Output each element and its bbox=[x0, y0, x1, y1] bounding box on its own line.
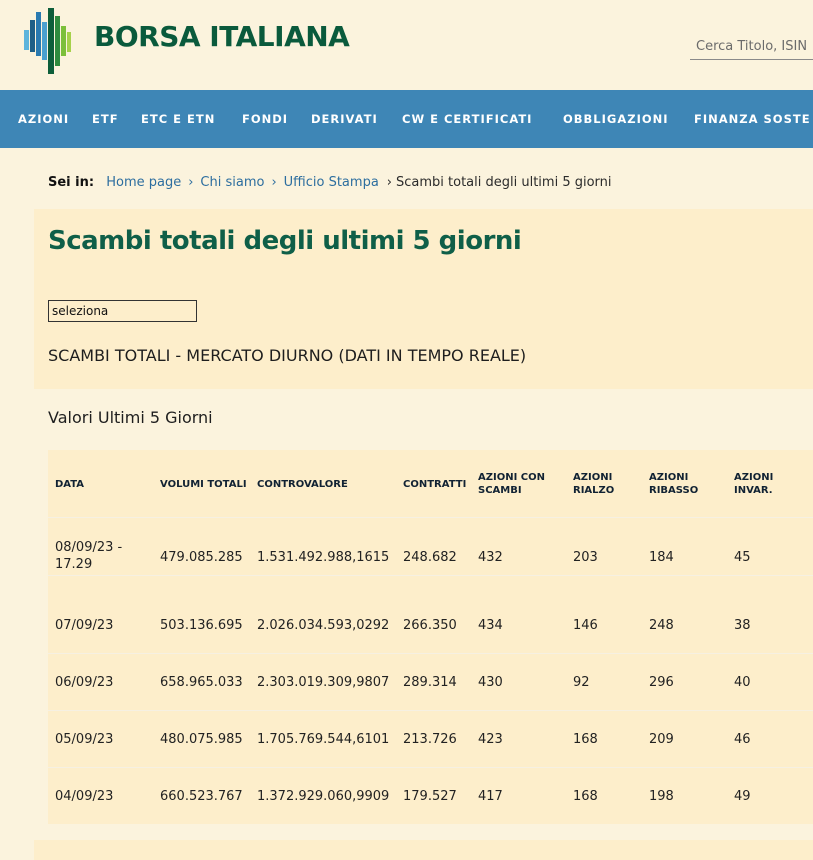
breadcrumb-link-chi-siamo[interactable]: Chi siamo bbox=[200, 175, 264, 190]
cell-azioni-rialzo: 146 bbox=[573, 618, 598, 633]
col-header-controvalore: CONTROVALORE bbox=[257, 479, 348, 490]
nav-item-derivati[interactable]: DERIVATI bbox=[311, 90, 378, 148]
nav-item-etf[interactable]: ETF bbox=[92, 90, 119, 148]
cell-volumi: 503.136.695 bbox=[160, 618, 243, 633]
cell-contratti: 248.682 bbox=[403, 550, 457, 565]
nav-item-fondi[interactable]: FONDI bbox=[242, 90, 288, 148]
cell-volumi: 658.965.033 bbox=[160, 675, 243, 690]
table-row: 05/09/23 480.075.985 1.705.769.544,6101 … bbox=[48, 711, 813, 768]
cell-data: 04/09/23 bbox=[55, 789, 114, 804]
main-nav: AZIONI ETF ETC E ETN FONDI DERIVATI CW E… bbox=[0, 90, 813, 148]
footer-panel bbox=[34, 840, 813, 860]
cell-azioni-rialzo: 92 bbox=[573, 675, 590, 690]
cell-azioni-rialzo: 203 bbox=[573, 550, 598, 565]
col-header-azioni-rialzo: AZIONI RIALZO bbox=[573, 472, 615, 496]
nav-item-azioni[interactable]: AZIONI bbox=[18, 90, 69, 148]
breadcrumb-current: Scambi totali degli ultimi 5 giorni bbox=[396, 175, 612, 190]
market-subtitle: SCAMBI TOTALI - MERCATO DIURNO (DATI IN … bbox=[48, 346, 527, 365]
breadcrumb: Sei in: Home page › Chi siamo › Ufficio Stam… bbox=[48, 175, 612, 190]
cell-contratti: 179.527 bbox=[403, 789, 457, 804]
breadcrumb-link-ufficio-stampa[interactable]: Ufficio Stampa bbox=[284, 175, 379, 190]
cell-azioni-invar: 38 bbox=[734, 618, 751, 633]
cell-azioni-scambi: 434 bbox=[478, 618, 503, 633]
col-header-azioni-scambi: AZIONI CON SCAMBI bbox=[478, 472, 545, 496]
breadcrumb-separator-icon: › bbox=[188, 175, 194, 190]
cell-azioni-invar: 45 bbox=[734, 550, 751, 565]
section-title: Valori Ultimi 5 Giorni bbox=[48, 408, 213, 427]
breadcrumb-separator-icon: › bbox=[386, 175, 392, 190]
cell-contratti: 266.350 bbox=[403, 618, 457, 633]
cell-azioni-scambi: 432 bbox=[478, 550, 503, 565]
cell-data: 08/09/23 - 17.29 bbox=[55, 540, 123, 572]
cell-data: 05/09/23 bbox=[55, 732, 114, 747]
cell-controvalore: 1.531.492.988,1615 bbox=[257, 550, 390, 565]
brand-name[interactable]: BORSA ITALIANA bbox=[94, 20, 350, 53]
cell-volumi: 479.085.285 bbox=[160, 550, 243, 565]
cell-volumi: 480.075.985 bbox=[160, 732, 243, 747]
cell-azioni-scambi: 430 bbox=[478, 675, 503, 690]
table-row: 04/09/23 660.523.767 1.372.929.060,9909 … bbox=[48, 768, 813, 825]
page-title: Scambi totali degli ultimi 5 giorni bbox=[48, 226, 522, 256]
breadcrumb-label: Sei in: bbox=[48, 175, 95, 190]
breadcrumb-link-home[interactable]: Home page bbox=[106, 175, 181, 190]
cell-azioni-ribasso: 296 bbox=[649, 675, 674, 690]
cell-controvalore: 2.303.019.309,9807 bbox=[257, 675, 390, 690]
cell-azioni-ribasso: 184 bbox=[649, 550, 674, 565]
search-input[interactable] bbox=[690, 34, 813, 60]
nav-item-finanza-sostenibile[interactable]: FINANZA SOSTE bbox=[694, 90, 811, 148]
col-header-data: DATA bbox=[55, 479, 85, 490]
cell-controvalore: 1.372.929.060,9909 bbox=[257, 789, 390, 804]
table-row: 06/09/23 658.965.033 2.303.019.309,9807 … bbox=[48, 654, 813, 711]
cell-data: 07/09/23 bbox=[55, 618, 114, 633]
cell-azioni-ribasso: 248 bbox=[649, 618, 674, 633]
period-select[interactable]: seleziona bbox=[48, 300, 197, 322]
cell-azioni-rialzo: 168 bbox=[573, 732, 598, 747]
col-header-volumi: VOLUMI TOTALI bbox=[160, 479, 247, 490]
borsa-italiana-logo-icon[interactable] bbox=[18, 8, 84, 74]
col-header-azioni-ribasso: AZIONI RIBASSO bbox=[649, 472, 699, 496]
cell-azioni-rialzo: 168 bbox=[573, 789, 598, 804]
cell-contratti: 289.314 bbox=[403, 675, 457, 690]
col-header-contratti: CONTRATTI bbox=[403, 479, 467, 490]
site-header: BORSA ITALIANA bbox=[0, 0, 813, 90]
breadcrumb-separator-icon: › bbox=[271, 175, 277, 190]
cell-azioni-invar: 40 bbox=[734, 675, 751, 690]
trades-table: DATA VOLUMI TOTALI CONTROVALORE CONTRATT… bbox=[48, 450, 813, 824]
cell-contratti: 213.726 bbox=[403, 732, 457, 747]
cell-azioni-ribasso: 198 bbox=[649, 789, 674, 804]
cell-azioni-invar: 49 bbox=[734, 789, 751, 804]
cell-azioni-ribasso: 209 bbox=[649, 732, 674, 747]
nav-item-etc-etn[interactable]: ETC E ETN bbox=[141, 90, 215, 148]
cell-controvalore: 2.026.034.593,0292 bbox=[257, 618, 390, 633]
cell-azioni-invar: 46 bbox=[734, 732, 751, 747]
cell-azioni-scambi: 417 bbox=[478, 789, 503, 804]
col-header-azioni-invar: AZIONI INVAR. bbox=[734, 472, 774, 496]
cell-data: 06/09/23 bbox=[55, 675, 114, 690]
cell-azioni-scambi: 423 bbox=[478, 732, 503, 747]
cell-volumi: 660.523.767 bbox=[160, 789, 243, 804]
cell-controvalore: 1.705.769.544,6101 bbox=[257, 732, 390, 747]
table-row: 07/09/23 503.136.695 2.026.034.593,0292 … bbox=[48, 597, 813, 654]
table-header-row: DATA VOLUMI TOTALI CONTROVALORE CONTRATT… bbox=[48, 450, 813, 518]
nav-item-obbligazioni[interactable]: OBBLIGAZIONI bbox=[563, 90, 669, 148]
table-row: 08/09/23 - 17.29 479.085.285 1.531.492.9… bbox=[48, 519, 813, 576]
nav-item-cw-certificati[interactable]: CW E CERTIFICATI bbox=[402, 90, 532, 148]
